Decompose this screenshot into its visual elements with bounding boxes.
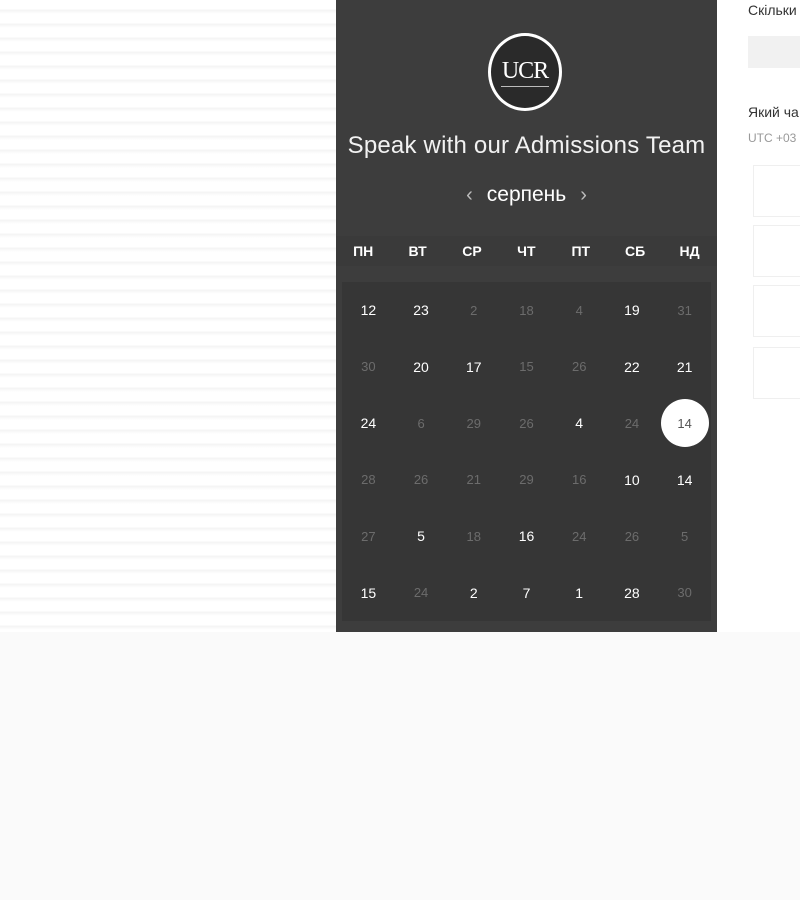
month-label: серпень (486, 183, 567, 206)
time-slot[interactable] (753, 347, 800, 399)
day-cell: 28 (361, 472, 376, 488)
time-slot[interactable] (753, 285, 800, 337)
day-cell: 24 (571, 528, 587, 544)
day-cell: 31 (677, 302, 692, 318)
day-cell[interactable]: 23 (395, 282, 448, 339)
day-cell: 18 (519, 302, 534, 318)
weekday-label: ВТ (408, 243, 427, 259)
day-cell[interactable]: 1 (553, 565, 606, 622)
day-cell: 26 (624, 528, 640, 544)
day-cell: 26 (571, 359, 587, 375)
day-cell[interactable]: 10 (606, 452, 659, 509)
chevron-left-icon[interactable]: ‹ (466, 185, 473, 205)
day-cell[interactable]: 21 (658, 339, 711, 396)
day-cell: 29 (519, 472, 534, 488)
day-cell: 27 (361, 528, 376, 544)
weekday-label: НД (679, 243, 700, 259)
month-nav: ‹ серпень › (336, 180, 717, 210)
day-cell-selected[interactable]: 14 (658, 395, 711, 452)
logo-underline (501, 86, 549, 89)
calendar-title: Speak with our Admissions Team (347, 132, 706, 159)
day-cell[interactable]: 12 (342, 282, 395, 339)
day-cell: 5 (681, 528, 689, 544)
weekday-label: ПТ (571, 243, 591, 259)
day-cell: 24 (624, 415, 640, 431)
page-background (0, 632, 800, 900)
day-cell[interactable]: 15 (342, 565, 395, 622)
day-cell: 6 (417, 415, 425, 431)
calendar-panel: UCR Speak with our Admissions Team ‹ сер… (336, 0, 717, 632)
day-cell: 15 (519, 359, 534, 375)
day-cell: 30 (361, 359, 376, 375)
day-cell[interactable]: 14 (658, 452, 711, 509)
day-cell: 16 (571, 472, 587, 488)
day-cell: 2 (470, 302, 478, 318)
time-slot[interactable] (753, 165, 800, 217)
day-cell: 4 (575, 302, 583, 318)
day-cell[interactable]: 7 (500, 565, 553, 622)
day-cell[interactable]: 28 (606, 565, 659, 622)
day-cell: 24 (413, 585, 429, 601)
day-cell[interactable]: 22 (606, 339, 659, 396)
day-cell: 29 (466, 415, 482, 431)
day-cell[interactable]: 2 (447, 565, 500, 622)
count-input[interactable] (748, 36, 800, 68)
booking-form: Скільки Який ча UTC +03 (717, 0, 800, 632)
time-slot[interactable] (753, 225, 800, 277)
logo-text: UCR (501, 58, 549, 84)
day-cell[interactable]: 4 (553, 395, 606, 452)
ucr-logo: UCR (488, 33, 562, 111)
time-label: Який ча (748, 104, 799, 120)
day-cell: 18 (466, 528, 482, 544)
chevron-right-icon[interactable]: › (580, 185, 587, 205)
day-cell[interactable]: 16 (500, 508, 553, 565)
selected-day-number: 14 (660, 399, 709, 448)
weekday-label: ЧТ (517, 243, 536, 259)
day-cell: 30 (677, 585, 692, 601)
weekday-label: ПН (353, 243, 374, 259)
weekday-label: СБ (625, 243, 646, 259)
count-label: Скільки (748, 2, 797, 18)
day-grid: 12 23 2 18 4 19 31 30 20 17 15 26 22 21 24 6 29 26 4 24 14 28… (342, 282, 711, 621)
weekday-label: СР (462, 243, 482, 259)
left-panel (0, 0, 336, 633)
day-cell[interactable]: 19 (606, 282, 659, 339)
day-cell[interactable]: 5 (395, 508, 448, 565)
day-cell: 26 (413, 472, 429, 488)
weekday-header: ПН ВТ СР ЧТ ПТ СБ НД (336, 236, 717, 266)
day-cell[interactable]: 20 (395, 339, 448, 396)
timezone-label: UTC +03 (748, 131, 797, 145)
day-cell: 21 (466, 472, 482, 488)
day-cell[interactable]: 24 (342, 395, 395, 452)
day-cell: 26 (519, 415, 534, 431)
day-cell[interactable]: 17 (447, 339, 500, 396)
